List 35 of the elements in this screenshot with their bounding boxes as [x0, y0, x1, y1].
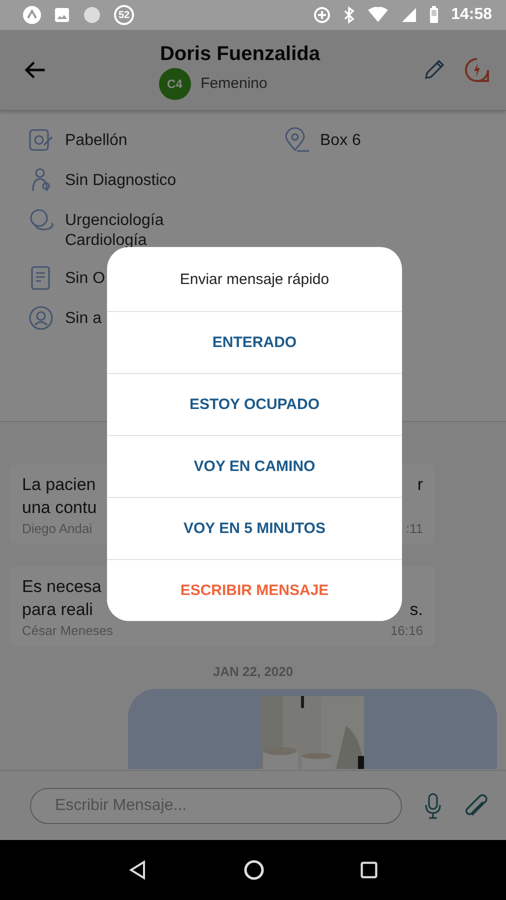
message-text: para reali	[22, 599, 93, 621]
info-text: Sin O	[65, 269, 106, 289]
message-text: Es necesa	[22, 576, 102, 598]
clock-time: 14:58	[451, 6, 492, 24]
home-icon[interactable]	[242, 859, 265, 881]
microphone-icon[interactable]	[424, 792, 442, 818]
notification-count: 52	[114, 5, 134, 25]
info-text: Sin Diagnostico	[65, 171, 176, 191]
wifi-icon	[367, 7, 390, 23]
app-icon	[22, 5, 42, 25]
paperclip-icon[interactable]	[464, 792, 490, 818]
recents-icon[interactable]	[360, 861, 378, 879]
image-icon	[54, 7, 70, 23]
bluetooth-icon	[343, 6, 356, 24]
back-icon[interactable]	[128, 860, 148, 880]
message-text: s.	[410, 599, 423, 621]
info-text: Urgenciología	[65, 211, 164, 231]
circle-icon	[82, 5, 102, 25]
patient-gender: Femenino	[200, 75, 268, 92]
info-text: Sin a	[65, 309, 102, 329]
info-text: Cardiología	[65, 231, 148, 251]
location-pin-icon	[283, 127, 309, 153]
category-badge: C4	[158, 68, 191, 100]
pencil-icon[interactable]	[422, 58, 446, 82]
dialog-title: Enviar mensaje rápido	[180, 270, 330, 288]
data-saver-icon	[313, 6, 332, 24]
message-text: r	[417, 474, 423, 496]
patient-name: Doris Fuenzalida	[160, 42, 320, 66]
battery-icon	[429, 6, 440, 24]
info-text: Box 6	[320, 131, 361, 151]
message-text: La pacien	[22, 474, 96, 496]
info-text: Pabellón	[65, 131, 128, 151]
signal-icon	[401, 7, 418, 23]
person-circle-icon	[28, 305, 54, 331]
message-text: una contu	[22, 497, 97, 519]
